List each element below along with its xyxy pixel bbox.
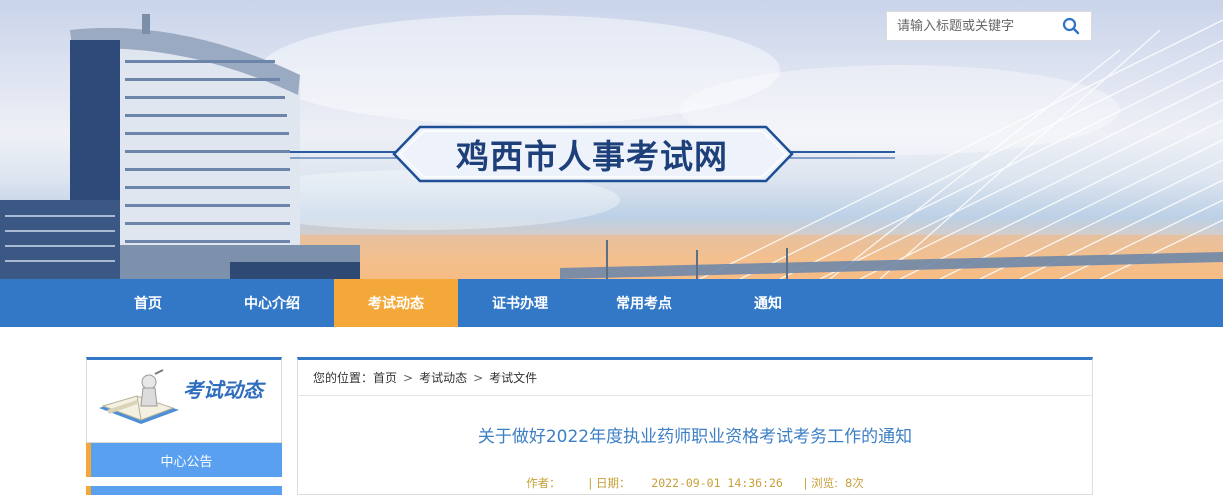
views-label: | 浏览: xyxy=(803,476,839,490)
sidebar-item-center-announcement[interactable]: 中心公告 xyxy=(86,443,282,477)
nav-item-exam-sites[interactable]: 常用考点 xyxy=(582,279,706,327)
nav-item-center-intro[interactable]: 中心介绍 xyxy=(210,279,334,327)
search-button[interactable] xyxy=(1053,12,1089,40)
breadcrumb-exam-news-link[interactable]: 考试动态 xyxy=(419,369,467,386)
nav-item-home[interactable]: 首页 xyxy=(86,279,210,327)
article-meta: 作者： | 日期： 2022-09-01 14:36:26 | 浏览: 8次 xyxy=(298,475,1092,491)
nav-item-notice[interactable]: 通知 xyxy=(706,279,830,327)
breadcrumb-separator: > xyxy=(403,370,414,385)
sidebar-header: 考试动态 xyxy=(86,357,282,443)
header-banner: 鸡西市人事考试网 xyxy=(0,0,1223,279)
breadcrumb: 您的位置： 首页 > 考试动态 > 考试文件 xyxy=(298,360,1092,396)
search-box xyxy=(886,11,1092,41)
sidebar: 考试动态 中心公告 xyxy=(86,357,282,495)
search-input[interactable] xyxy=(887,12,1053,40)
site-title: 鸡西市人事考试网 xyxy=(456,137,728,176)
nav-item-exam-news[interactable]: 考试动态 xyxy=(334,279,458,327)
main-nav: 首页 中心介绍 考试动态 证书办理 常用考点 通知 xyxy=(0,279,1223,327)
sidebar-title: 考试动态 xyxy=(183,378,263,402)
breadcrumb-home-link[interactable]: 首页 xyxy=(373,369,397,386)
breadcrumb-prefix: 您的位置： xyxy=(313,371,374,385)
sidebar-item-next[interactable] xyxy=(86,486,282,495)
article-title: 关于做好2022年度执业药师职业资格考试考务工作的通知 xyxy=(477,427,913,447)
article-panel: 您的位置： 首页 > 考试动态 > 考试文件 关于做好2022年度执业药师职业资… xyxy=(297,357,1093,495)
book-illustration-icon xyxy=(99,369,179,424)
view-count: 8次 xyxy=(844,476,864,490)
breadcrumb-separator: > xyxy=(473,370,484,385)
publish-date: 2022-09-01 14:36:26 xyxy=(651,476,783,490)
breadcrumb-exam-files-link[interactable]: 考试文件 xyxy=(489,369,537,386)
search-icon xyxy=(1062,17,1080,35)
nav-item-certificate[interactable]: 证书办理 xyxy=(458,279,582,327)
author-label: 作者： xyxy=(526,476,561,490)
date-label: | 日期： xyxy=(588,476,631,490)
